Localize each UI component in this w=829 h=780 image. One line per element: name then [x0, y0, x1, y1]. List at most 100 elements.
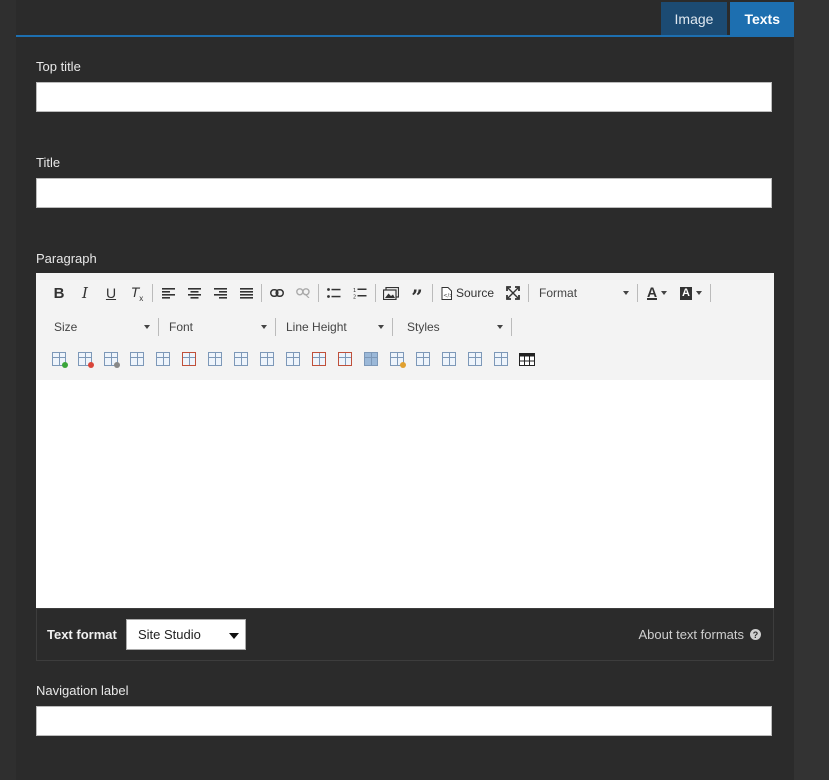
- format-dropdown-label: Format: [539, 286, 578, 300]
- align-right-button[interactable]: [207, 281, 233, 305]
- chevron-down-icon: [623, 291, 630, 295]
- column-insert-before-icon: [208, 352, 222, 366]
- size-dropdown[interactable]: Size: [46, 316, 156, 338]
- toolbar-separator: [392, 318, 393, 336]
- cell-merge-down-button[interactable]: [488, 347, 514, 371]
- blockquote-button[interactable]: ”: [404, 281, 430, 309]
- title-label: Title: [36, 155, 61, 170]
- remove-format-icon: Tx: [130, 283, 144, 303]
- underline-button[interactable]: U: [98, 281, 124, 305]
- unlink-button[interactable]: [290, 281, 316, 305]
- bulleted-list-icon: [327, 287, 341, 298]
- styles-dropdown[interactable]: Styles: [395, 316, 509, 338]
- align-left-icon: [161, 287, 175, 299]
- source-icon: </>: [441, 286, 452, 300]
- text-format-label: Text format: [47, 627, 117, 642]
- row-delete-button[interactable]: [176, 347, 202, 371]
- align-center-button[interactable]: [181, 281, 207, 305]
- remove-format-button[interactable]: Tx: [124, 281, 150, 305]
- styles-dropdown-label: Styles: [407, 320, 440, 334]
- table-properties-icon: [104, 352, 120, 368]
- unlink-icon: [296, 288, 310, 298]
- justify-icon: [239, 287, 253, 299]
- toolbar-separator: [152, 284, 153, 302]
- cell-delete-button[interactable]: [332, 347, 358, 371]
- cell-properties-button[interactable]: [384, 347, 410, 371]
- background-color-icon: A: [680, 286, 692, 300]
- chevron-down-icon: [497, 325, 503, 329]
- table-icon: [519, 352, 535, 366]
- bold-button[interactable]: B: [46, 281, 72, 305]
- about-text-formats-label: About text formats: [638, 627, 745, 642]
- align-center-icon: [187, 287, 201, 299]
- title-input[interactable]: [36, 178, 772, 208]
- column-insert-after-icon: [234, 352, 248, 366]
- source-button[interactable]: </> Source: [435, 281, 500, 305]
- svg-text:2: 2: [353, 295, 356, 300]
- cell-merge-right-button[interactable]: [462, 347, 488, 371]
- toolbar-separator: [261, 284, 262, 302]
- maximize-button[interactable]: [500, 281, 526, 305]
- page-scroll-gutter: [794, 0, 829, 780]
- line-height-dropdown[interactable]: Line Height: [278, 316, 390, 338]
- image-button[interactable]: [378, 281, 404, 305]
- toolbar-separator: [318, 284, 319, 302]
- bulleted-list-button[interactable]: [321, 281, 347, 305]
- justify-button[interactable]: [233, 281, 259, 305]
- toolbar-separator: [637, 284, 639, 302]
- column-move-left-button[interactable]: [254, 347, 280, 371]
- row-delete-icon: [182, 352, 196, 366]
- font-dropdown-label: Font: [169, 320, 194, 334]
- top-title-input[interactable]: [36, 82, 772, 112]
- image-icon: [383, 286, 399, 300]
- chevron-down-icon: [378, 325, 384, 329]
- cell-split-vertical-icon: [442, 352, 456, 366]
- font-dropdown[interactable]: Font: [161, 316, 273, 338]
- source-label: Source: [456, 286, 495, 300]
- chevron-down-icon: [144, 325, 150, 329]
- background-color-button[interactable]: A: [674, 281, 708, 305]
- cell-split-vertical-button[interactable]: [436, 347, 462, 371]
- about-text-formats-link[interactable]: About text formats ?: [638, 627, 761, 642]
- quote-icon: ”: [411, 285, 423, 309]
- tab-image[interactable]: Image: [660, 2, 728, 35]
- text-format-select[interactable]: Site Studio: [126, 619, 246, 650]
- format-dropdown[interactable]: Format: [531, 282, 635, 304]
- text-color-button[interactable]: A: [640, 281, 674, 305]
- row-insert-before-button[interactable]: [124, 347, 150, 371]
- table-properties-button[interactable]: [98, 347, 124, 371]
- navigation-label-input[interactable]: [36, 706, 772, 736]
- table-delete-button[interactable]: [72, 347, 98, 371]
- column-move-right-button[interactable]: [280, 347, 306, 371]
- chevron-down-icon: [229, 633, 239, 639]
- link-button[interactable]: [264, 281, 290, 305]
- tab-bar: Image Texts: [660, 2, 794, 35]
- cell-split-horizontal-icon: [416, 352, 430, 366]
- column-delete-button[interactable]: [306, 347, 332, 371]
- cell-merge-right-icon: [468, 352, 482, 366]
- navigation-label-label: Navigation label: [36, 683, 129, 698]
- toolbar-separator: [528, 284, 530, 302]
- svg-text:</>: </>: [443, 293, 452, 299]
- toolbar-separator: [432, 284, 433, 302]
- column-insert-after-button[interactable]: [228, 347, 254, 371]
- align-left-button[interactable]: [155, 281, 181, 305]
- cell-merge-down-icon: [494, 352, 508, 366]
- tab-texts[interactable]: Texts: [730, 2, 794, 35]
- row-insert-before-icon: [130, 352, 144, 366]
- italic-button[interactable]: I: [72, 281, 98, 305]
- cell-split-horizontal-button[interactable]: [410, 347, 436, 371]
- editor-content-area[interactable]: [36, 380, 774, 608]
- table-delete-icon: [78, 352, 94, 368]
- row-insert-after-button[interactable]: [150, 347, 176, 371]
- column-insert-before-button[interactable]: [202, 347, 228, 371]
- numbered-list-button[interactable]: 12: [347, 281, 373, 305]
- cell-delete-icon: [338, 352, 352, 366]
- cell-merge-button[interactable]: [358, 347, 384, 371]
- toolbar-separator: [375, 284, 376, 302]
- table-button[interactable]: [514, 347, 540, 371]
- toolbar-separator: [511, 318, 512, 336]
- row-insert-after-icon: [156, 352, 170, 366]
- numbered-list-icon: 12: [353, 288, 367, 300]
- table-insert-button[interactable]: [46, 347, 72, 371]
